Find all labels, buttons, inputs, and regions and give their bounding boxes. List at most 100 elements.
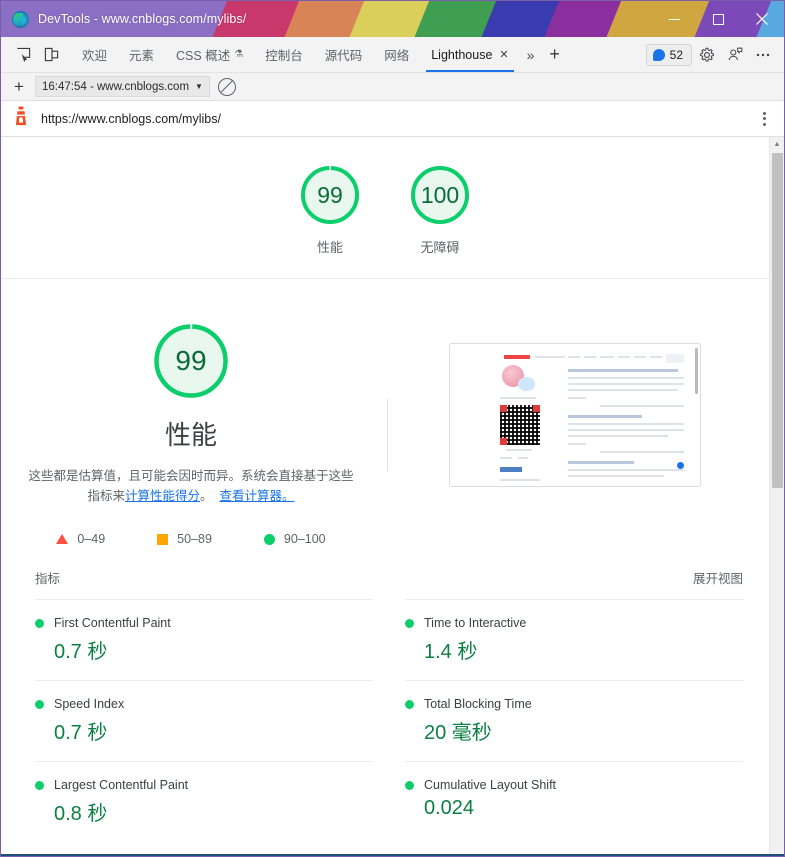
close-icon[interactable]: ✕ — [499, 48, 508, 61]
tab-label: 元素 — [129, 49, 155, 63]
report-scrollbar[interactable]: ▲ — [769, 137, 784, 856]
performance-description: 这些都是估算值，且可能会因时而异。系统会直接基于这些指标来计算性能得分。 查看计… — [26, 466, 356, 506]
experiment-flask-icon: ⚗ — [234, 49, 244, 60]
devtools-tab-strip: 欢迎 元素 CSS 概述 ⚗ 控制台 源代码 网络 Lighthouse ✕ »… — [1, 37, 784, 73]
performance-score-value: 99 — [175, 345, 207, 376]
status-dot-icon — [405, 618, 414, 628]
score-legend: 0–49 50–89 90–100 — [1, 532, 381, 546]
status-dot-icon — [405, 699, 414, 709]
maximize-icon[interactable] — [696, 1, 740, 37]
gauge-performance-small[interactable]: 99 性能 — [298, 163, 362, 256]
chevron-down-icon: ▼ — [195, 82, 203, 91]
status-dot-icon — [35, 780, 44, 790]
gear-icon[interactable] — [694, 42, 720, 68]
status-dot-icon — [35, 618, 44, 628]
message-count: 52 — [669, 47, 683, 62]
metric-value: 0.7 秒 — [54, 722, 108, 744]
devtools-window: DevTools - www.cnblogs.com/mylibs/ 欢迎 元素… — [0, 0, 785, 857]
tab-label: 源代码 — [324, 49, 363, 63]
legend-range: 0–49 — [77, 532, 106, 546]
metric-value: 20 毫秒 — [424, 722, 492, 744]
screenshot-canvas — [460, 349, 690, 481]
lighthouse-run-bar: + 16:47:54 - www.cnblogs.com ▼ — [1, 73, 784, 101]
screenshot-panel — [381, 307, 769, 546]
performance-score-ring: 99 — [151, 321, 231, 401]
gauge-label: 无障碍 — [420, 240, 460, 255]
lighthouse-icon — [13, 106, 29, 131]
performance-summary: 99 性能 这些都是估算值，且可能会因时而异。系统会直接基于这些指标来计算性能得… — [1, 307, 381, 546]
tab-label: 欢迎 — [82, 49, 108, 63]
gauge-accessibility-small[interactable]: 100 无障碍 — [408, 163, 472, 256]
window-controls — [652, 1, 784, 37]
square-icon — [157, 533, 169, 545]
performance-title: 性能 — [164, 420, 217, 450]
section-divider — [387, 399, 388, 471]
report-scroll-content: 99 性能 100 无障碍 99 性能 这些都是估算值，且可能会因时而异。系统会… — [1, 137, 769, 856]
circle-icon — [263, 533, 275, 545]
ellipsis-icon[interactable] — [750, 42, 776, 68]
expand-view-button[interactable]: 展开视图 — [693, 568, 743, 587]
tab-sources[interactable]: 源代码 — [314, 37, 374, 72]
new-report-plus-icon[interactable]: + — [9, 77, 29, 97]
metric-name: Cumulative Layout Shift — [424, 778, 557, 792]
see-calculator-link[interactable]: 查看计算器。 — [219, 489, 294, 503]
window-title: DevTools - www.cnblogs.com/mylibs/ — [38, 12, 247, 26]
score-value: 99 — [317, 181, 343, 208]
metric-value: 0.7 秒 — [54, 641, 108, 663]
close-icon[interactable] — [740, 1, 784, 37]
triangle-up-icon[interactable]: ▲ — [770, 137, 784, 151]
metric-item[interactable]: Time to Interactive 1.4 秒 — [405, 599, 743, 680]
metric-value: 1.4 秒 — [424, 641, 478, 663]
tab-network[interactable]: 网络 — [373, 37, 420, 72]
metric-item[interactable]: Speed Index 0.7 秒 — [35, 680, 373, 761]
no-entry-icon[interactable] — [217, 77, 236, 96]
score-calculation-link[interactable]: 计算性能得分 — [125, 489, 200, 503]
score-value: 100 — [420, 181, 460, 208]
tab-console[interactable]: 控制台 — [254, 37, 314, 72]
window-bottom-edge — [1, 854, 784, 856]
metric-item[interactable]: First Contentful Paint 0.7 秒 — [35, 599, 373, 680]
legend-item-medium: 50–89 — [157, 532, 212, 546]
score-ring: 100 — [408, 163, 472, 227]
tab-label: 网络 — [384, 49, 410, 63]
kebab-menu-icon[interactable] — [759, 108, 770, 130]
metric-name: Total Blocking Time — [424, 697, 532, 711]
metric-value: 0.024 — [424, 797, 475, 819]
triangle-icon — [56, 534, 69, 544]
tab-css-overview[interactable]: CSS 概述 ⚗ — [165, 37, 254, 72]
status-dot-icon — [405, 780, 414, 790]
tab-list: 欢迎 元素 CSS 概述 ⚗ 控制台 源代码 网络 Lighthouse ✕ — [71, 37, 520, 72]
device-toolbar-icon[interactable] — [37, 37, 65, 72]
scrollbar-thumb[interactable] — [772, 153, 783, 488]
plus-icon[interactable]: + — [541, 37, 568, 72]
gauge-label: 性能 — [316, 240, 343, 255]
toolbar-right-group: 52 — [645, 37, 778, 72]
edge-logo-icon — [12, 10, 29, 28]
metric-item[interactable]: Cumulative Layout Shift 0.024 — [405, 761, 743, 842]
metric-item[interactable]: Total Blocking Time 20 毫秒 — [405, 680, 743, 761]
metric-item[interactable]: Largest Contentful Paint 0.8 秒 — [35, 761, 373, 842]
report-selector[interactable]: 16:47:54 - www.cnblogs.com ▼ — [35, 76, 210, 97]
tab-elements[interactable]: 元素 — [118, 37, 165, 72]
tab-welcome[interactable]: 欢迎 — [71, 37, 118, 72]
metric-name: Time to Interactive — [424, 616, 527, 630]
message-count-button[interactable]: 52 — [645, 43, 692, 66]
inspect-element-icon[interactable] — [9, 37, 37, 72]
legend-item-low: 0–49 — [56, 532, 105, 546]
metrics-heading: 指标 — [35, 572, 61, 586]
report-body: 99 性能 100 无障碍 99 性能 这些都是估算值，且可能会因时而异。系统会… — [1, 137, 784, 856]
performance-section: 99 性能 这些都是估算值，且可能会因时而异。系统会直接基于这些指标来计算性能得… — [1, 279, 769, 546]
page-screenshot-thumbnail — [449, 343, 701, 487]
metric-name: Speed Index — [54, 697, 125, 711]
metric-name: Largest Contentful Paint — [54, 778, 189, 792]
status-dot-icon — [35, 699, 44, 709]
legend-item-high: 90–100 — [263, 532, 326, 546]
chevron-double-right-icon[interactable]: » — [520, 37, 542, 72]
feedback-icon[interactable] — [722, 42, 748, 68]
legend-range: 50–89 — [177, 532, 212, 546]
tab-label: CSS 概述 — [176, 49, 231, 63]
tab-lighthouse[interactable]: Lighthouse ✕ — [420, 37, 519, 72]
minimize-icon[interactable] — [652, 1, 696, 37]
metric-name: First Contentful Paint — [54, 616, 171, 630]
screenshot-inner-scrollbar — [695, 348, 698, 394]
